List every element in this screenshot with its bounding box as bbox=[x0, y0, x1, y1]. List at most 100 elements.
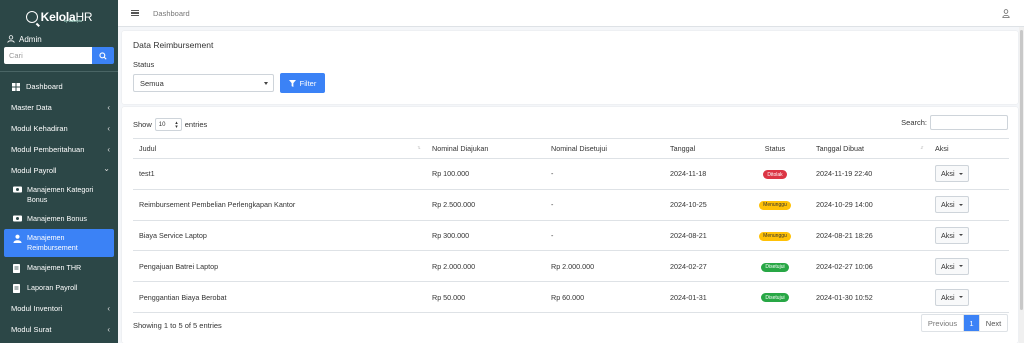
cell-nominal-diajukan: Rp 300.000 bbox=[426, 220, 545, 252]
chevron-left-icon: ‹ bbox=[107, 103, 110, 112]
brand-logo[interactable]: KelolaHR bbox=[0, 4, 118, 30]
table-row: Biaya Service Laptop Rp 300.000 - 2024-0… bbox=[133, 220, 1009, 252]
cell-nominal-diajukan: Rp 50.000 bbox=[426, 281, 545, 313]
cell-judul: Penggantian Biaya Berobat bbox=[133, 281, 426, 313]
aksi-dropdown-button[interactable]: Aksi bbox=[935, 165, 969, 183]
cell-tanggal-dibuat: 2024-08-21 18:26 bbox=[810, 220, 929, 252]
file-icon bbox=[13, 284, 22, 293]
sidebar-item-label: Laporan Payroll bbox=[27, 283, 78, 292]
entries-select[interactable]: 10 ▴ ▾ bbox=[154, 118, 182, 131]
column-header-judul[interactable]: Judul ↑↓ bbox=[133, 138, 426, 159]
column-header-tanggal-dibuat[interactable]: Tanggal Dibuat ↓↑ bbox=[810, 138, 929, 159]
chevron-down-icon: ⌄ bbox=[103, 164, 110, 173]
sidebar-item-label: Modul Surat bbox=[11, 325, 52, 334]
caret-down-icon bbox=[958, 203, 963, 206]
scrollbar-thumb[interactable] bbox=[1020, 30, 1023, 310]
status-select[interactable]: Semua bbox=[133, 74, 274, 92]
cell-nominal-disetujui: - bbox=[545, 189, 664, 221]
filter-icon bbox=[288, 79, 296, 87]
cell-aksi: Aksi bbox=[929, 189, 1009, 221]
pagination-page-current[interactable]: 1 bbox=[964, 315, 979, 331]
cell-nominal-disetujui: - bbox=[545, 220, 664, 252]
cell-tanggal: 2024-01-31 bbox=[664, 281, 740, 313]
sidebar-item-manajemen-bonus[interactable]: Manajemen Bonus bbox=[0, 209, 118, 229]
sidebar-item-manajemen-reimbursement[interactable]: Manajemen Reimbursement bbox=[4, 229, 114, 257]
entries-length-control: Show 10 ▴ ▾ entries bbox=[133, 118, 207, 131]
cell-status: Disetujui bbox=[740, 250, 810, 283]
sidebar-item-label: Dashboard bbox=[26, 82, 63, 91]
table-search: Search: bbox=[901, 115, 1008, 130]
user-icon bbox=[7, 35, 15, 43]
cell-tanggal: 2024-02-27 bbox=[664, 250, 740, 283]
user-icon[interactable] bbox=[1002, 9, 1010, 18]
pagination-previous[interactable]: Previous bbox=[922, 315, 964, 331]
sidebar-item-modul-surat[interactable]: Modul Surat ‹ bbox=[0, 319, 118, 340]
sidebar-nav: Dashboard Master Data ‹ Modul Kehadiran … bbox=[0, 72, 118, 340]
status-select-value: Semua bbox=[140, 79, 164, 88]
column-header-nominal-disetujui[interactable]: Nominal Disetujui bbox=[545, 138, 664, 159]
status-badge: Ditolak bbox=[763, 170, 787, 180]
sidebar-item-modul-kehadiran[interactable]: Modul Kehadiran ‹ bbox=[0, 118, 118, 139]
cell-tanggal: 2024-08-21 bbox=[664, 220, 740, 252]
sidebar-item-modul-pemberitahuan[interactable]: Modul Pemberitahuan ‹ bbox=[0, 139, 118, 160]
cell-nominal-diajukan: Rp 100.000 bbox=[426, 158, 545, 190]
sort-desc-icon: ↓↑ bbox=[920, 145, 924, 151]
sidebar: KelolaHR by tatacipta Admin Dashboard Ma… bbox=[0, 0, 118, 343]
sidebar-item-laporan-payroll[interactable]: Laporan Payroll bbox=[0, 278, 118, 298]
aksi-dropdown-button[interactable]: Aksi bbox=[935, 226, 969, 244]
table-row: Reimbursement Pembelian Perlengkapan Kan… bbox=[133, 189, 1009, 221]
caret-down-icon bbox=[958, 265, 963, 268]
sidebar-search-button[interactable] bbox=[92, 47, 114, 64]
cell-nominal-diajukan: Rp 2.500.000 bbox=[426, 189, 545, 221]
reimbursement-table-card: Show 10 ▴ ▾ entries Search: Judul ↑↓ Nomin… bbox=[122, 107, 1018, 343]
filter-button-label: Filter bbox=[299, 78, 317, 88]
cell-status: Ditolak bbox=[740, 158, 810, 190]
column-header-tanggal[interactable]: Tanggal bbox=[664, 138, 740, 159]
sidebar-item-master-data[interactable]: Master Data ‹ bbox=[0, 97, 118, 118]
caret-down-icon bbox=[958, 296, 963, 299]
aksi-dropdown-button[interactable]: Aksi bbox=[935, 196, 969, 214]
sidebar-item-modul-payroll[interactable]: Modul Payroll ⌄ bbox=[0, 160, 118, 181]
sort-icon: ↑↓ bbox=[417, 145, 421, 151]
breadcrumb[interactable]: Dashboard bbox=[153, 9, 190, 18]
sidebar-item-label: Manajemen Reimbursement bbox=[27, 233, 78, 252]
cell-tanggal: 2024-11-18 bbox=[664, 158, 740, 190]
user-panel[interactable]: Admin bbox=[0, 30, 118, 44]
caret-down-icon bbox=[264, 82, 268, 85]
cell-status: Menunggu bbox=[740, 189, 810, 221]
aksi-dropdown-button[interactable]: Aksi bbox=[935, 257, 969, 275]
top-navbar: Dashboard bbox=[118, 0, 1024, 27]
user-name: Admin bbox=[19, 34, 42, 44]
sidebar-item-manajemen-kategori-bonus[interactable]: Manajemen Kategori Bonus bbox=[0, 181, 118, 209]
chevron-left-icon: ‹ bbox=[107, 304, 110, 313]
status-label: Status bbox=[133, 60, 155, 69]
cell-tanggal: 2024-10-25 bbox=[664, 189, 740, 221]
menu-toggle-icon[interactable] bbox=[131, 9, 139, 17]
sidebar-search-input[interactable] bbox=[4, 47, 92, 64]
status-badge: Disetujui bbox=[761, 293, 789, 303]
cell-aksi: Aksi bbox=[929, 281, 1009, 313]
sidebar-item-dashboard[interactable]: Dashboard bbox=[0, 76, 118, 97]
cell-aksi: Aksi bbox=[929, 158, 1009, 190]
column-header-aksi[interactable]: Aksi bbox=[929, 138, 1009, 159]
filter-button[interactable]: Filter bbox=[280, 73, 325, 93]
cell-status: Menunggu bbox=[740, 220, 810, 252]
chevron-left-icon: ‹ bbox=[107, 325, 110, 334]
updown-icon: ▴ ▾ bbox=[175, 120, 178, 130]
filter-card: Data Reimbursement Status Semua Filter bbox=[122, 31, 1018, 104]
table-info: Showing 1 to 5 of 5 entries bbox=[133, 321, 222, 330]
column-header-nominal-diajukan[interactable]: Nominal Diajukan bbox=[426, 138, 545, 159]
column-header-status[interactable]: Status bbox=[740, 138, 810, 159]
sidebar-item-manajemen-thr[interactable]: Manajemen THR bbox=[0, 257, 118, 278]
cell-aksi: Aksi bbox=[929, 250, 1009, 283]
status-badge: Menunggu bbox=[759, 231, 791, 241]
caret-down-icon bbox=[958, 234, 963, 237]
sidebar-item-modul-inventori[interactable]: Modul Inventori ‹ bbox=[0, 298, 118, 319]
dashboard-icon bbox=[11, 82, 20, 91]
cell-tanggal-dibuat: 2024-01-30 10:52 bbox=[810, 281, 929, 313]
table-row: Penggantian Biaya Berobat Rp 50.000 Rp 6… bbox=[133, 281, 1009, 313]
pagination-next[interactable]: Next bbox=[979, 315, 1007, 331]
aksi-dropdown-button[interactable]: Aksi bbox=[935, 288, 969, 306]
entries-select-value: 10 bbox=[158, 121, 166, 128]
table-search-input[interactable] bbox=[930, 115, 1008, 130]
